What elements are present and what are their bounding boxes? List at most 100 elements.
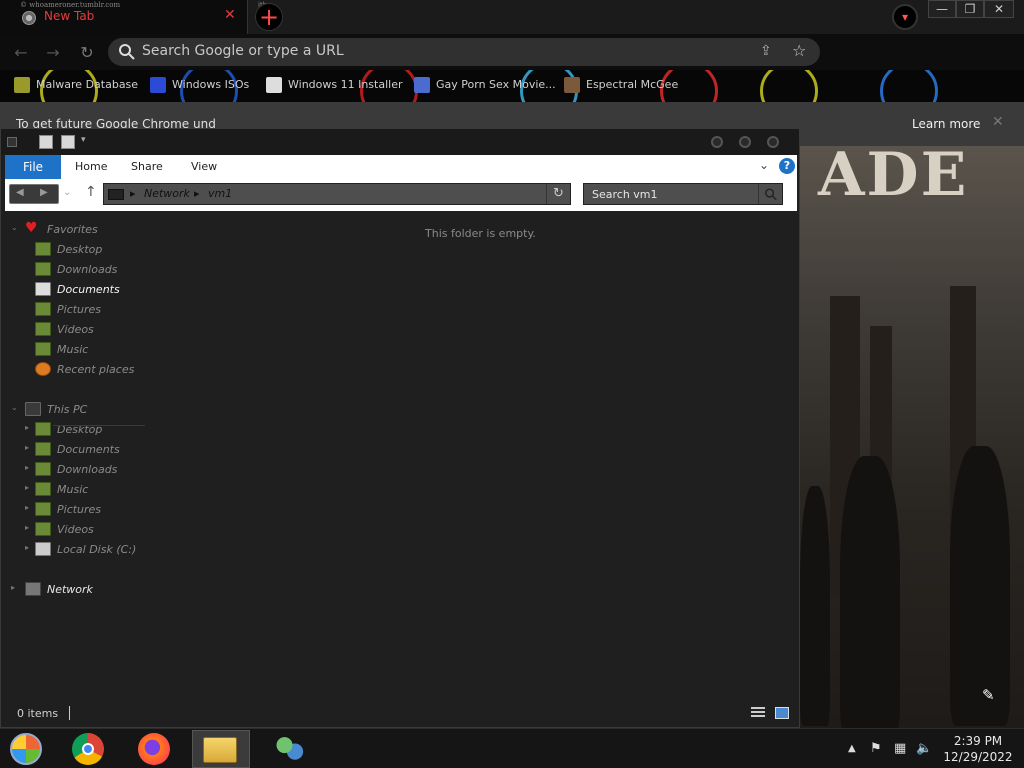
explorer-forward-icon[interactable]: ▶ (40, 187, 48, 198)
hover-underline (53, 425, 145, 426)
collapse-chevron-icon[interactable]: ⌄ (11, 223, 18, 232)
tray-overflow-icon[interactable]: ▲ (848, 743, 856, 754)
search-placeholder: Search vm1 (592, 188, 658, 201)
bookmark-malware-database[interactable]: Malware Database (14, 77, 138, 93)
minimize-button[interactable]: — (928, 0, 956, 18)
reload-icon[interactable]: ↻ (76, 42, 98, 64)
share-icon[interactable]: ⇪ (760, 43, 772, 59)
back-icon[interactable]: ← (10, 42, 32, 64)
tab-search-dropdown-button[interactable]: ▾ (892, 4, 918, 30)
volume-icon[interactable]: 🔈 (916, 741, 932, 756)
explorer-maximize-button[interactable] (739, 136, 751, 148)
start-button[interactable] (0, 730, 58, 768)
band-member-figure (800, 486, 830, 726)
flag-icon[interactable]: ⚑ (870, 741, 882, 756)
collapse-chevron-icon[interactable]: ⌄ (11, 403, 18, 412)
expand-arrow-icon[interactable]: ▸ (25, 483, 29, 492)
bookmark-windows-isos[interactable]: Windows ISOs (150, 77, 249, 93)
breadcrumb-separator-icon[interactable]: ▸ (194, 187, 200, 200)
theme-decoration (760, 70, 818, 102)
breadcrumb-separator-icon[interactable]: ▸ (130, 187, 136, 200)
folder-icon (203, 737, 237, 763)
search-icon[interactable] (758, 184, 782, 204)
chrome-favicon-icon (22, 11, 36, 25)
large-icons-view-icon[interactable] (775, 707, 789, 719)
tab-close-icon[interactable]: ✕ (224, 7, 236, 23)
breadcrumb-vm1[interactable]: vm1 (208, 187, 232, 200)
tab-title: New Tab (44, 9, 95, 23)
taskbar-firefox[interactable] (126, 730, 184, 768)
bookmark-star-icon[interactable]: ☆ (792, 41, 806, 60)
file-explorer-window: ▾ File Home Share View ⌄ ? ◀ ▶ ⌄ ↑ ▸ Net… (0, 128, 800, 728)
theme-decoration (880, 70, 938, 102)
taskbar-file-explorer[interactable] (192, 730, 250, 768)
refresh-icon[interactable]: ↻ (546, 184, 570, 204)
window-menu-icon[interactable] (7, 137, 17, 147)
folder-empty-message: This folder is empty. (425, 227, 536, 240)
tab-view[interactable]: View (191, 160, 217, 173)
bookmark-espectral-mcgee[interactable]: Espectral McGee (564, 77, 678, 93)
help-button[interactable]: ? (779, 158, 795, 174)
bookmark-windows-11-installer[interactable]: Windows 11 Installer (266, 77, 403, 93)
heart-icon: ♥ (25, 220, 38, 236)
status-bar: 0 items (1, 701, 799, 727)
bookmarks-bar: Malware Database Windows ISOs Windows 11… (0, 70, 1024, 102)
expand-arrow-icon[interactable]: ▸ (25, 503, 29, 512)
explorer-minimize-button[interactable] (711, 136, 723, 148)
expand-arrow-icon[interactable]: ▸ (25, 543, 29, 552)
network-tray-icon[interactable]: ▦ (894, 741, 906, 756)
clock[interactable]: 2:39 PM 12/29/2022 (938, 733, 1018, 765)
expand-arrow-icon[interactable]: ▸ (25, 523, 29, 532)
expand-arrow-icon[interactable]: ▸ (11, 583, 15, 592)
tab-file[interactable]: File (5, 155, 61, 179)
music-folder-icon (35, 342, 51, 356)
bookmark-label: Gay Porn Sex Movie... (436, 78, 556, 91)
downloads-folder-icon (35, 462, 51, 476)
ribbon-expand-chevron-icon[interactable]: ⌄ (759, 158, 769, 172)
expand-arrow-icon[interactable]: ▸ (25, 463, 29, 472)
restore-button[interactable]: ❐ (956, 0, 984, 18)
new-folder-icon[interactable] (61, 135, 75, 149)
bookmark-label: Espectral McGee (586, 78, 679, 91)
expand-arrow-icon[interactable]: ▸ (25, 443, 29, 452)
explorer-back-icon[interactable]: ◀ (16, 187, 24, 198)
tab-home[interactable]: Home (75, 160, 107, 173)
videos-folder-icon (35, 322, 51, 336)
videos-folder-icon (35, 522, 51, 536)
explorer-close-button[interactable] (767, 136, 779, 148)
new-tab-button[interactable]: + (255, 3, 283, 31)
recent-locations-dropdown-icon[interactable]: ⌄ (63, 187, 71, 198)
quick-access-dropdown-icon[interactable]: ▾ (81, 135, 86, 145)
infobar-close-icon[interactable]: ✕ (992, 114, 1004, 130)
address-input[interactable]: ▸ Network ▸ vm1 ↻ (103, 183, 571, 205)
search-box[interactable]: Search vm1 (583, 183, 783, 205)
tab-new-tab[interactable]: © whoameroner.tumblr.com New Tab ✕ (0, 0, 248, 34)
up-arrow-icon[interactable]: ↑ (85, 184, 97, 200)
item-count: 0 items (17, 707, 59, 720)
forward-icon[interactable]: → (42, 42, 64, 64)
tab-tiny-url: © whoameroner.tumblr.com (20, 1, 121, 9)
taskbar-network-users[interactable] (262, 730, 320, 768)
pictures-folder-icon (35, 302, 51, 316)
details-view-icon[interactable] (751, 707, 765, 719)
desktop-folder-icon (35, 422, 51, 436)
customize-pencil-icon[interactable]: ✎ (982, 686, 995, 704)
close-window-button[interactable]: ✕ (984, 0, 1014, 18)
status-divider (69, 706, 70, 720)
omnibox-placeholder: Search Google or type a URL (142, 43, 344, 59)
taskbar-chrome[interactable] (60, 730, 118, 768)
expand-arrow-icon[interactable]: ▸ (25, 423, 29, 432)
nav-label: Videos (57, 523, 94, 536)
nav-label: Recent places (57, 363, 135, 376)
clock-time: 2:39 PM (953, 734, 1003, 748)
wallpaper-text: ADE (818, 140, 969, 210)
bookmark-movie-site[interactable]: Gay Porn Sex Movie... (414, 77, 556, 93)
learn-more-link[interactable]: Learn more (912, 117, 980, 131)
properties-icon[interactable] (39, 135, 53, 149)
nav-label: Downloads (57, 263, 118, 276)
explorer-titlebar[interactable]: ▾ (1, 129, 799, 155)
breadcrumb-network[interactable]: Network (144, 187, 190, 200)
tab-share[interactable]: Share (131, 160, 163, 173)
omnibox[interactable]: Search Google or type a URL ⇪ ☆ (108, 38, 820, 66)
bookmark-favicon-icon (150, 77, 166, 93)
